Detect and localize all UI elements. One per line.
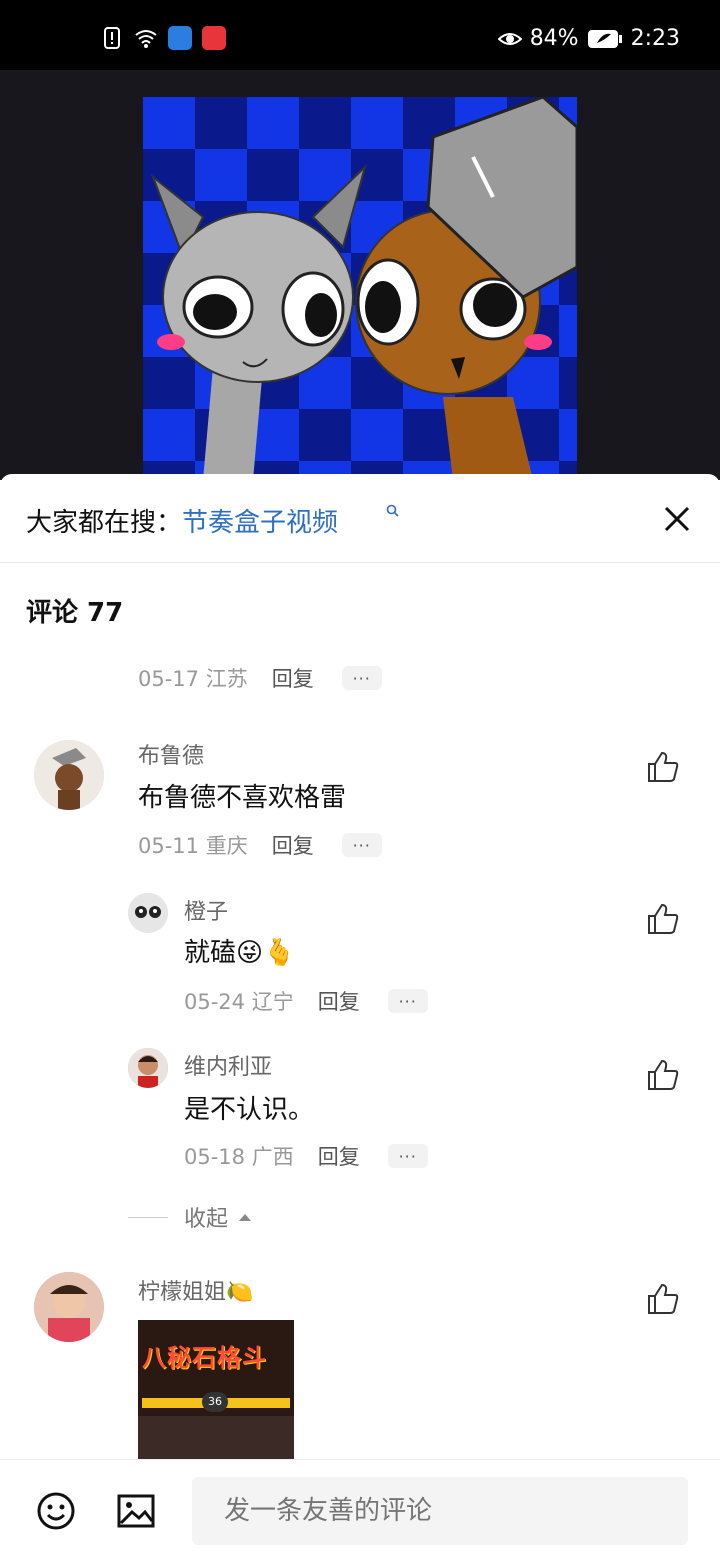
sim-alert-icon <box>104 27 120 49</box>
avatar-image <box>128 1048 168 1088</box>
reply-button[interactable]: 回复 <box>318 986 360 1016</box>
search-suggestion-label: 大家都在搜： <box>26 508 183 538</box>
video-frame-artwork <box>143 97 577 480</box>
reply-date-location: 05-24 辽宁 <box>184 990 294 1014</box>
reply-button[interactable]: 回复 <box>272 830 314 860</box>
avatar-image <box>128 893 168 933</box>
comments-title: 评论 77 <box>26 598 124 628</box>
close-icon[interactable] <box>662 504 692 534</box>
reply-username[interactable]: 维内利亚 <box>184 1049 272 1081</box>
comments-sheet: 大家都在搜：节奏盒子视频 评论 77 05-17 江苏 回复 ··· 布鲁德 布… <box>0 474 720 1560</box>
comment-meta: 05-11 重庆 回复 ··· <box>138 830 382 860</box>
reply-button[interactable]: 回复 <box>318 1141 360 1171</box>
chevron-up-icon <box>239 1214 252 1221</box>
browser-app-icon <box>168 26 192 50</box>
status-left-icons <box>100 26 226 50</box>
wifi-icon <box>135 30 157 48</box>
reply-username[interactable]: 橙子 <box>184 894 228 926</box>
comment-image[interactable]: 八秘石格斗 36 <box>138 1320 294 1460</box>
game-floor <box>138 1416 294 1460</box>
reply-date-location: 05-18 广西 <box>184 1145 294 1169</box>
reply-text: 是不认识。 <box>184 1095 315 1125</box>
eye-icon <box>497 32 522 45</box>
more-options-button[interactable]: ··· <box>341 666 382 690</box>
comment-image-title: 八秘石格斗 <box>142 1344 267 1372</box>
comment-username[interactable]: 布鲁德 <box>138 738 204 770</box>
search-icon <box>386 504 399 517</box>
comment-date-location: 05-17 江苏 <box>138 667 248 691</box>
avatar[interactable] <box>34 1272 104 1342</box>
battery-percent: 84% <box>529 26 579 51</box>
collapse-label: 收起 <box>184 1207 229 1232</box>
comment-meta: 05-17 江苏 回复 ··· <box>138 663 382 693</box>
like-icon[interactable] <box>646 750 680 784</box>
reply-button[interactable]: 回复 <box>272 663 314 693</box>
comment-username[interactable]: 柠檬姐姐🍋 <box>138 1274 253 1306</box>
red-app-icon <box>202 26 226 50</box>
like-icon[interactable] <box>646 902 680 936</box>
more-options-button[interactable]: ··· <box>341 833 382 857</box>
reply-meta: 05-18 广西 回复 ··· <box>184 1141 428 1171</box>
status-right: 84% 2:23 <box>497 26 680 51</box>
round-counter: 36 <box>202 1392 228 1412</box>
reply-meta: 05-24 辽宁 回复 ··· <box>184 986 428 1016</box>
emoji-icon[interactable] <box>36 1491 76 1531</box>
avatar[interactable] <box>34 740 104 810</box>
comment-input-bar <box>0 1459 720 1560</box>
like-icon[interactable] <box>646 1282 680 1316</box>
comment-text: 布鲁德不喜欢格雷 <box>138 783 347 813</box>
collapse-replies-button[interactable]: 收起 <box>128 1201 252 1233</box>
avatar-image <box>34 740 104 810</box>
search-suggestion-link[interactable]: 节奏盒子视频 <box>182 508 338 538</box>
like-icon[interactable] <box>646 1058 680 1092</box>
avatar-image <box>34 1272 104 1342</box>
reply-text: 就磕😜🫰 <box>184 938 296 968</box>
avatar[interactable] <box>128 893 168 933</box>
more-options-button[interactable]: ··· <box>387 989 428 1013</box>
avatar[interactable] <box>128 1048 168 1088</box>
more-options-button[interactable]: ··· <box>387 1144 428 1168</box>
clock: 2:23 <box>630 26 680 51</box>
comment-date-location: 05-11 重庆 <box>138 834 248 858</box>
video-player[interactable] <box>0 70 720 480</box>
status-bar: 84% 2:23 <box>0 0 720 70</box>
comment-input[interactable] <box>192 1477 688 1545</box>
search-suggestion-bar: 大家都在搜：节奏盒子视频 <box>0 474 720 563</box>
search-suggestion[interactable]: 大家都在搜：节奏盒子视频 <box>26 502 338 539</box>
image-icon[interactable] <box>116 1491 156 1531</box>
divider <box>128 1216 168 1218</box>
battery-icon <box>587 29 622 48</box>
